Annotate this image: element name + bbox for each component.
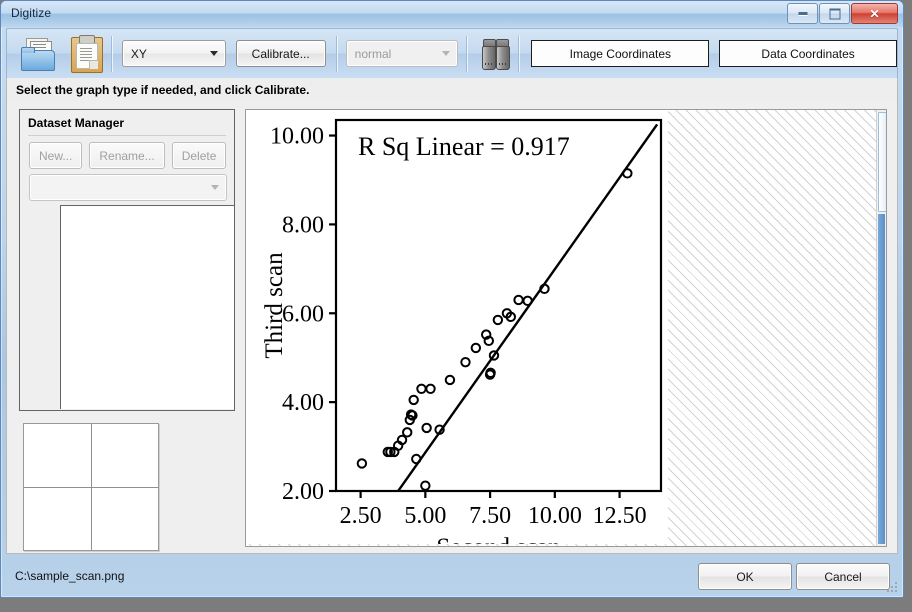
dataset-select[interactable] [29,174,227,201]
toolbar-separator-1 [110,35,112,72]
svg-text:10.00: 10.00 [528,503,582,529]
calibrate-button[interactable]: Calibrate... [235,40,326,67]
chevron-down-icon [209,51,218,56]
ok-button[interactable]: OK [698,563,792,590]
svg-text:2.50: 2.50 [340,503,382,529]
open-file-icon [21,37,55,71]
axis-mode-select[interactable]: normal [345,40,458,67]
chevron-down-icon [441,51,450,56]
magnifier-preview [23,423,159,551]
open-file-button[interactable] [15,33,59,75]
dataset-manager-title: Dataset Manager [28,116,125,130]
svg-text:Third scan: Third scan [261,252,288,359]
new-dataset-button[interactable]: New... [29,142,83,169]
rename-dataset-button[interactable]: Rename... [89,142,165,169]
toolbar-separator-2 [335,35,337,72]
maximize-icon [829,8,840,19]
image-panel-scrollbar[interactable] [876,110,886,546]
svg-text:8.00: 8.00 [282,212,324,238]
svg-text:5.00: 5.00 [404,503,446,529]
minimize-icon [798,11,807,16]
svg-text:Second scan: Second scan [436,534,561,544]
image-panel[interactable]: 2.00 4.00 6.00 8.00 10.00 2.50 5.00 7.50 10.00 12… [245,109,887,547]
svg-text:10.00: 10.00 [270,124,324,150]
svg-text:4.00: 4.00 [282,390,324,416]
graph-type-select[interactable]: XY [121,40,226,67]
toolbar-separator-4 [518,35,520,72]
axis-mode-value: normal [354,46,392,61]
svg-text:12.50: 12.50 [593,503,647,529]
client-area: Dataset Manager New... Rename... Delete … [6,101,898,554]
graph-type-value: XY [130,46,147,61]
dataset-manager-buttons: New... Rename... Delete [29,142,227,169]
hint-bar: Select the graph type if needed, and cli… [6,78,898,101]
magnifier-button[interactable] [473,33,517,75]
delete-dataset-button[interactable]: Delete [171,142,227,169]
scatter-chart: 2.00 4.00 6.00 8.00 10.00 2.50 5.00 7.50 10.00 12… [246,110,668,544]
svg-text:2.00: 2.00 [282,479,324,505]
close-icon: ✕ [869,6,880,21]
binoculars-icon [481,38,510,70]
svg-text:R Sq Linear = 0.917: R Sq Linear = 0.917 [358,132,570,161]
svg-text:7.50: 7.50 [469,503,511,529]
cancel-button[interactable]: Cancel [796,563,890,590]
window-title: Digitize [11,6,52,20]
svg-text:6.00: 6.00 [282,301,324,327]
chevron-down-icon [211,185,219,190]
paste-clipboard-button[interactable] [63,33,107,75]
scrollbar-track[interactable] [878,214,885,544]
scanned-chart-image[interactable]: 2.00 4.00 6.00 8.00 10.00 2.50 5.00 7.50 10.00 12… [246,110,668,544]
crosshair-horizontal [24,487,158,488]
hint-text: Select the graph type if needed, and cli… [16,82,310,97]
dataset-list[interactable] [60,205,234,409]
title-bar[interactable]: Digitize ✕ [1,1,903,27]
scrollbar-thumb[interactable] [878,112,886,212]
maximize-button[interactable] [819,3,850,24]
window-controls: ✕ [787,3,898,24]
resize-grip[interactable] [887,582,899,594]
divider [28,135,226,136]
image-coordinates-button[interactable]: Image Coordinates [531,40,710,67]
digitize-window: Digitize ✕ XY Calibrate... normal Image … [0,0,904,598]
paste-clipboard-icon [70,34,103,73]
close-button[interactable]: ✕ [851,3,898,24]
data-coordinates-button[interactable]: Data Coordinates [719,40,897,67]
minimize-button[interactable] [787,3,818,24]
dataset-manager-panel: Dataset Manager New... Rename... Delete [19,109,235,411]
file-path-label: C:\sample_scan.png [15,569,125,583]
toolbar-separator-3 [465,35,467,72]
toolbar: XY Calibrate... normal Image Coordinates… [6,28,898,79]
